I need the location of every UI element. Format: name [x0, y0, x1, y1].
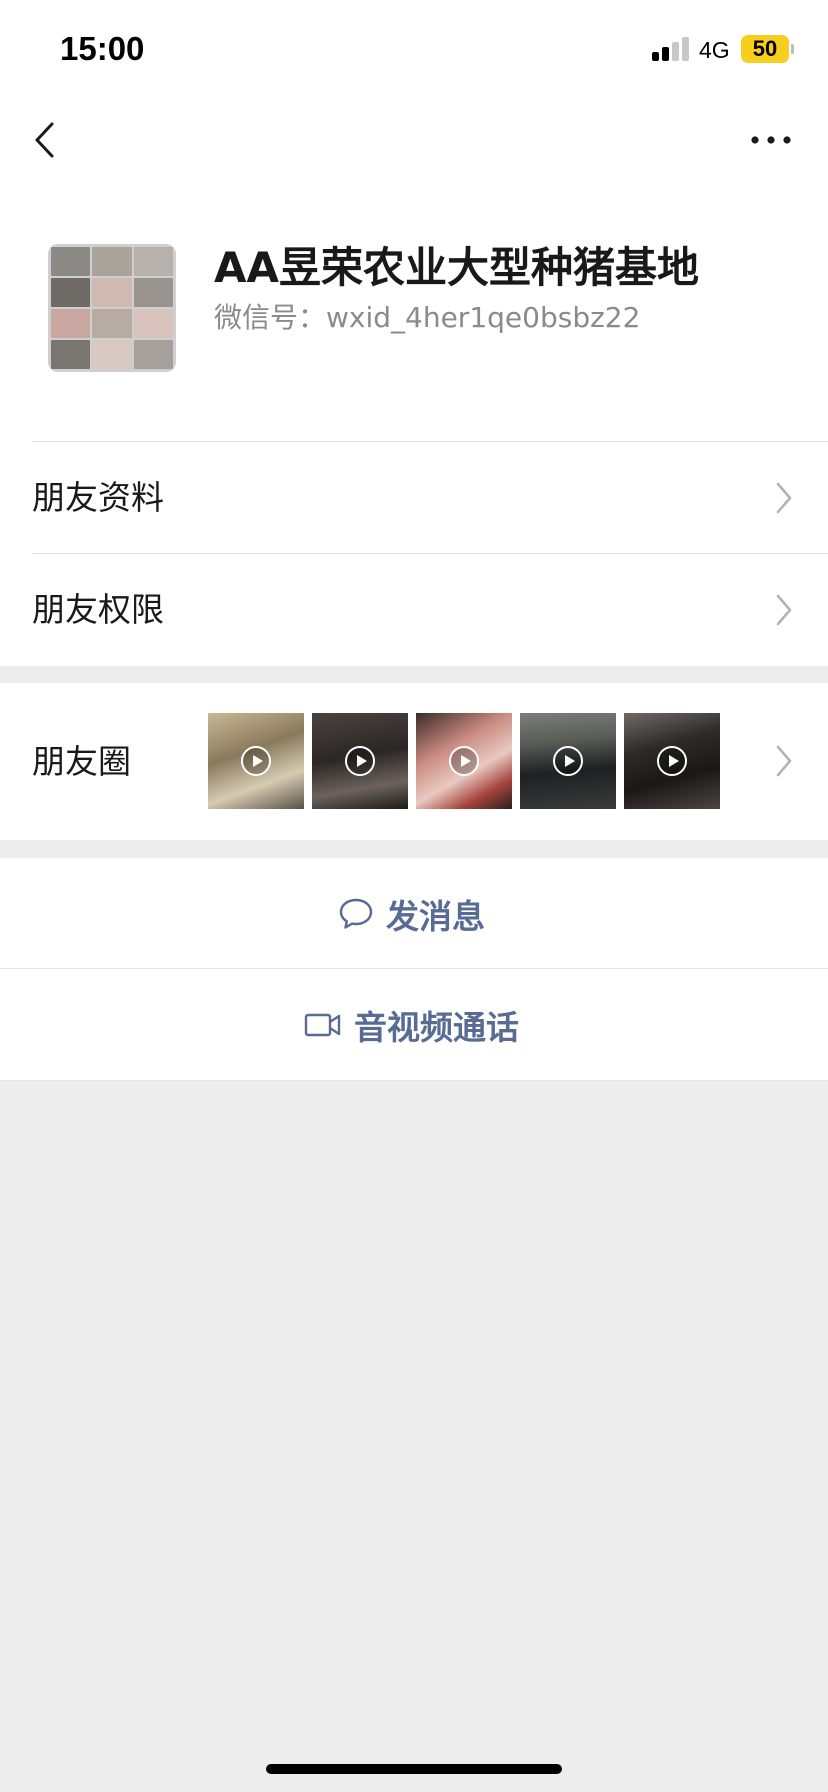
moments-thumbnail[interactable] — [208, 713, 304, 809]
navigation-bar — [0, 100, 828, 180]
chevron-right-icon — [776, 482, 792, 514]
more-horizontal-icon — [751, 136, 791, 144]
back-button[interactable] — [28, 118, 68, 162]
battery-nub — [791, 44, 794, 54]
cellular-signal-icon — [652, 37, 692, 61]
chevron-left-icon — [35, 122, 54, 158]
status-bar: 15:00 4G 50 — [0, 0, 828, 100]
profile-header: AA昱荣农业大型种猪基地 微信号：wxid_4her1qe0bsbz22 — [0, 180, 828, 442]
play-icon — [449, 746, 479, 776]
video-camera-icon — [304, 1013, 341, 1036]
send-message-button[interactable]: 发消息 — [0, 858, 828, 969]
divider — [0, 1080, 828, 1081]
play-icon — [657, 746, 687, 776]
chevron-right-icon — [776, 745, 792, 777]
moments-row[interactable]: 朋友圈 — [0, 683, 828, 840]
play-icon — [345, 746, 375, 776]
more-button[interactable] — [746, 120, 796, 160]
voice-video-call-label: 音视频通话 — [354, 1007, 519, 1047]
home-indicator[interactable] — [266, 1764, 562, 1774]
chat-bubble-icon — [339, 898, 373, 929]
network-type: 4G — [699, 37, 730, 63]
contact-name: AA昱荣农业大型种猪基地 — [214, 243, 700, 292]
voice-video-call-button[interactable]: 音视频通话 — [0, 969, 828, 1080]
battery-level: 50 — [752, 36, 778, 61]
cell-label: 朋友权限 — [32, 590, 164, 629]
moments-label: 朋友圈 — [32, 742, 131, 781]
cell-label: 朋友资料 — [32, 478, 164, 517]
moments-thumbnail[interactable] — [416, 713, 512, 809]
moments-thumbnail[interactable] — [312, 713, 408, 809]
play-icon — [241, 746, 271, 776]
chevron-right-icon — [776, 594, 792, 626]
cell-friend-info[interactable]: 朋友资料 — [0, 442, 828, 554]
cell-friend-permissions[interactable]: 朋友权限 — [0, 554, 828, 666]
play-icon — [553, 746, 583, 776]
contact-profile-screen: 15:00 4G 50 AA昱荣农业大型种猪基地 微信号：wxid_4her1q… — [0, 0, 828, 1792]
moments-thumbnail[interactable] — [624, 713, 720, 809]
status-time: 15:00 — [60, 30, 145, 67]
moments-thumbnail[interactable] — [520, 713, 616, 809]
avatar[interactable] — [48, 244, 176, 372]
send-message-label: 发消息 — [386, 896, 485, 936]
battery-icon: 50 — [741, 35, 789, 63]
wechat-id: 微信号：wxid_4her1qe0bsbz22 — [214, 301, 641, 334]
